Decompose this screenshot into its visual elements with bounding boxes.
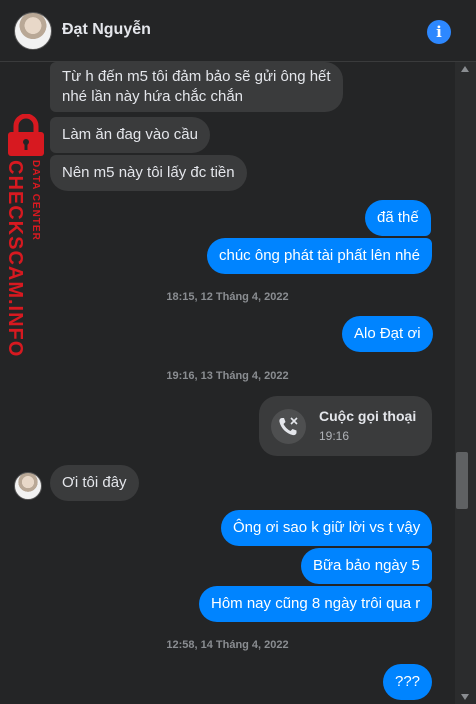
message-out: Hôm nay cũng 8 ngày trôi qua r — [199, 586, 433, 622]
timestamp: 18:15, 12 Tháng 4, 2022 — [166, 291, 289, 303]
voice-call-card[interactable]: Cuộc gọi thoại 19:16 — [259, 396, 432, 456]
message-in: Làm ăn đag vào cầu — [50, 117, 210, 153]
info-button[interactable]: i — [427, 20, 451, 44]
call-time: 19:16 — [319, 429, 350, 443]
contact-avatar[interactable] — [14, 12, 52, 50]
scroll-up-icon[interactable] — [461, 66, 469, 72]
contact-name[interactable]: Đạt Nguyễn — [62, 21, 151, 39]
message-out: Alo Đạt ơi — [342, 316, 433, 352]
missed-call-icon — [271, 409, 306, 444]
message-text: nhé lần này hứa chắc chắn — [62, 88, 244, 105]
message-out: ??? — [383, 664, 433, 700]
message-out: Bữa bảo ngày 5 — [301, 548, 432, 584]
contact-avatar-small[interactable] — [14, 472, 42, 500]
scrollbar-thumb[interactable] — [456, 452, 468, 509]
message-in: Nên m5 này tôi lấy đc tiền — [50, 155, 247, 191]
scroll-down-icon[interactable] — [461, 694, 469, 700]
message-text: Từ h đến m5 tôi đảm bảo sẽ gửi ông hết — [62, 68, 331, 85]
call-title: Cuộc gọi thoại — [319, 408, 417, 424]
message-out: chúc ông phát tài phất lên nhé — [207, 238, 432, 274]
message-out: Ông ơi sao k giữ lời vs t vậy — [221, 510, 433, 546]
scrollbar[interactable] — [455, 62, 476, 704]
timestamp: 19:16, 13 Tháng 4, 2022 — [166, 370, 289, 382]
message-in: Từ h đến m5 tôi đảm bảo sẽ gửi ông hết n… — [50, 62, 343, 112]
message-out: đã thế — [365, 200, 431, 236]
timestamp: 12:58, 14 Tháng 4, 2022 — [166, 639, 289, 651]
message-thread: Từ h đến m5 tôi đảm bảo sẽ gửi ông hết n… — [0, 62, 455, 704]
chat-header: Đạt Nguyễn i — [0, 0, 476, 62]
message-in: Ơi tôi đây — [50, 465, 139, 501]
